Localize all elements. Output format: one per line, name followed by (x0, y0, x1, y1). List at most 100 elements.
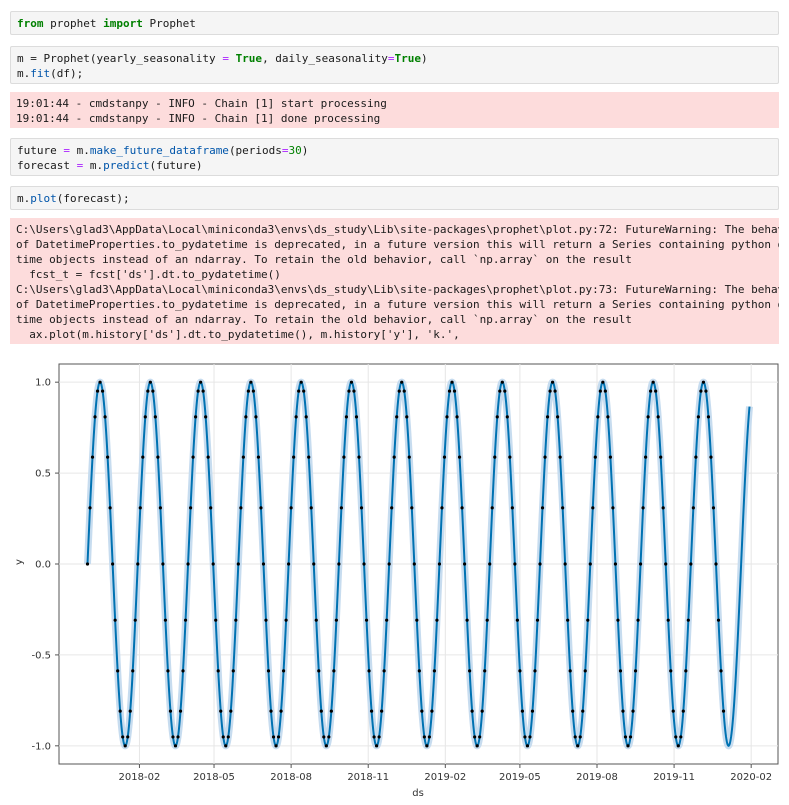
code-cell-plot[interactable]: m.plot(forecast); (10, 186, 779, 210)
history-point (279, 709, 283, 713)
history-point (173, 744, 178, 748)
history-point (533, 669, 537, 673)
history-point (651, 380, 655, 384)
history-point (176, 735, 180, 739)
history-point (485, 618, 489, 622)
history-point (294, 415, 298, 419)
history-point (100, 389, 105, 393)
history-point (206, 455, 210, 459)
history-point (568, 669, 572, 673)
history-point (226, 735, 230, 739)
history-point (410, 506, 414, 510)
history-point (468, 669, 472, 673)
history-point (679, 735, 683, 739)
history-point (85, 562, 90, 566)
history-point (412, 562, 416, 566)
history-point (239, 506, 243, 510)
history-point (136, 562, 140, 566)
history-point (395, 415, 399, 419)
history-point (528, 735, 532, 739)
history-point (196, 389, 200, 393)
history-point (131, 669, 135, 673)
history-point (475, 744, 479, 748)
history-point (372, 735, 376, 739)
history-point (437, 562, 442, 566)
x-tick-label: 2019-11 (653, 772, 695, 783)
history-point (427, 735, 431, 739)
history-point (644, 455, 648, 459)
history-point (518, 669, 522, 673)
history-point (611, 506, 615, 510)
y-tick-label: -1.0 (31, 741, 51, 752)
history-point (684, 669, 688, 673)
x-axis-ticks: 2018-02 2018-05 2018-08 2018-11 2019-02 2019-… (119, 764, 772, 783)
x-tick-label: 2019-08 (576, 772, 618, 783)
history-point (146, 389, 150, 393)
code-cell-fit[interactable]: m = Prophet(yearly_seasonality = True, d… (10, 46, 779, 84)
history-point (209, 506, 213, 510)
code-operator: = (387, 52, 395, 65)
history-point (90, 455, 95, 459)
history-point (264, 618, 268, 622)
y-tick-label: 0.5 (35, 469, 51, 480)
history-point (674, 735, 678, 739)
history-point (241, 455, 245, 459)
history-point (219, 709, 223, 713)
code-number: 30 (288, 144, 302, 157)
history-point (271, 735, 276, 739)
history-point (465, 618, 469, 622)
history-point (377, 735, 381, 739)
code-cell-import[interactable]: from prophet import Prophet (10, 11, 779, 35)
history-point (543, 455, 547, 459)
history-point (553, 389, 557, 393)
history-point (216, 669, 220, 673)
history-point (98, 380, 102, 384)
history-point (236, 562, 240, 566)
history-point (455, 415, 459, 419)
history-point (116, 669, 120, 673)
code-keyword: True (235, 52, 263, 65)
history-point (392, 455, 396, 459)
history-point (148, 380, 152, 384)
module-name: prophet (43, 17, 104, 30)
warning-line: fcst_t = fcst['ds'].dt.to_pydatetime() (16, 268, 281, 281)
history-point (558, 455, 562, 459)
history-point (696, 415, 700, 419)
history-point (274, 744, 278, 748)
history-point (400, 380, 404, 384)
history-point (359, 506, 364, 510)
history-point (664, 562, 668, 566)
code-text: (future) (149, 159, 203, 172)
history-point (571, 709, 575, 713)
history-point (302, 389, 306, 393)
history-point (621, 709, 625, 713)
history-point (447, 389, 452, 393)
history-point (714, 562, 718, 566)
history-point (661, 506, 665, 510)
history-point (420, 709, 424, 713)
history-point (503, 389, 507, 393)
code-function: plot (30, 192, 57, 205)
code-text: , daily_seasonality (262, 52, 388, 65)
history-point (513, 562, 517, 566)
history-point (676, 744, 680, 748)
history-point (613, 562, 618, 566)
history-point (191, 455, 195, 459)
history-point (143, 415, 147, 419)
code-text: (periods (228, 144, 282, 157)
history-point (113, 618, 117, 622)
x-axis-label: ds (412, 788, 424, 799)
history-point (573, 735, 577, 739)
history-point (666, 618, 670, 622)
history-point (193, 415, 198, 419)
history-point (631, 709, 635, 713)
history-point (649, 389, 653, 393)
history-point (508, 455, 512, 459)
history-point (483, 669, 487, 673)
history-point (284, 618, 288, 622)
history-point (166, 669, 170, 673)
history-point (452, 389, 457, 393)
code-cell-predict[interactable]: future = m.make_future_dataframe(periods… (10, 138, 779, 176)
history-point (352, 389, 356, 393)
